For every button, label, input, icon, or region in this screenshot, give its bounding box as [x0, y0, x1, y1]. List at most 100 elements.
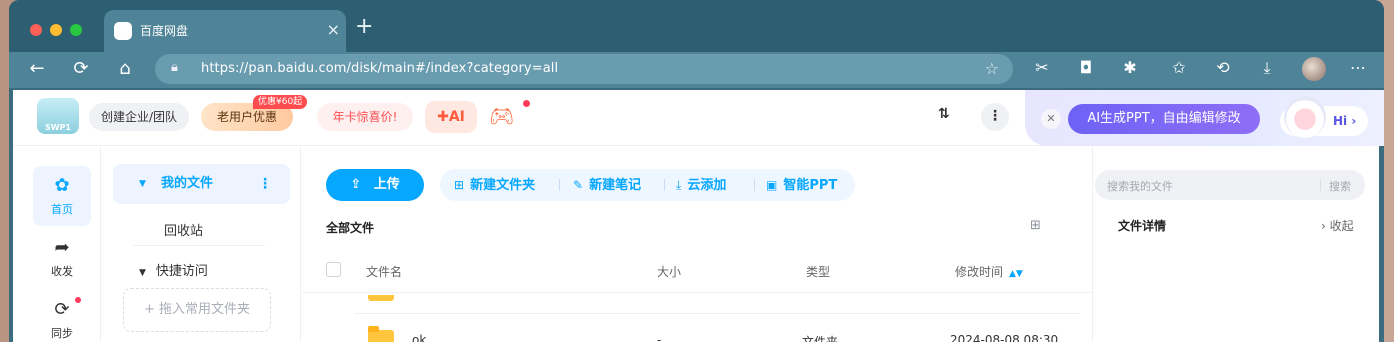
grid-view-icon[interactable]: ⊞: [1030, 218, 1041, 233]
rail-item-sync[interactable]: ⟳ 同步: [33, 290, 91, 342]
ai-promo-icon[interactable]: ✚AI: [425, 101, 477, 133]
profile-avatar[interactable]: [1302, 57, 1326, 81]
rail-item-home[interactable]: ✿ 首页: [33, 166, 91, 226]
tab-title: 百度网盘: [140, 24, 189, 38]
action-label: 云添加: [687, 178, 727, 193]
new-tab-button[interactable]: +: [355, 14, 373, 39]
extension-app-icon[interactable]: ◘: [1074, 58, 1098, 77]
note-icon: ✎: [573, 178, 584, 192]
select-all-checkbox[interactable]: [326, 262, 341, 277]
url-text[interactable]: https://pan.baidu.com/disk/main#/index?c…: [201, 61, 558, 76]
more-options-button[interactable]: ⋮: [981, 103, 1009, 131]
rail-label: 首页: [51, 203, 73, 216]
back-icon[interactable]: ←: [25, 58, 49, 79]
minimize-window-button[interactable]: [50, 24, 62, 36]
star-icon[interactable]: ☆: [985, 59, 999, 78]
game-icon[interactable]: 🎮︎: [489, 104, 514, 128]
baidu-pan-favicon-icon: [114, 22, 132, 40]
ai-panel-close-icon[interactable]: ✕: [1041, 109, 1061, 129]
new-note-button[interactable]: ✎ 新建笔记: [573, 169, 641, 201]
upload-icon: ⇪: [350, 177, 362, 192]
detail-title: 文件详情: [1118, 219, 1167, 233]
breadcrumb[interactable]: 全部文件: [326, 219, 374, 236]
baidu-pan-page: SWP1 创建企业/团队 老用户优惠 优惠¥60起 年卡惊喜价! ✚AI 🎮︎ …: [13, 90, 1384, 342]
collapse-button[interactable]: › 收起: [1321, 217, 1354, 234]
close-window-button[interactable]: [30, 24, 42, 36]
more-icon[interactable]: ⋯: [1346, 58, 1370, 77]
drop-folder-zone[interactable]: + 拖入常用文件夹: [123, 288, 271, 332]
lock-icon[interactable]: 🔒︎: [171, 60, 178, 75]
rail-label: 同步: [51, 327, 73, 340]
sort-icon[interactable]: ▲▼: [1009, 269, 1023, 279]
expand-icon[interactable]: ▼: [139, 268, 146, 278]
home-cloud-icon: ✿: [54, 175, 70, 196]
sidebar: ▼ 我的文件 ⋮ 回收站 ▼ 快捷访问 + 拖入常用文件夹: [101, 147, 301, 342]
transfer-list-icon[interactable]: ⇅: [938, 106, 950, 122]
column-modified[interactable]: 修改时间 ▲▼: [955, 263, 1023, 280]
folder-icon: [368, 295, 394, 301]
maximize-window-button[interactable]: [70, 24, 82, 36]
divider: [754, 179, 755, 191]
file-name[interactable]: ok: [412, 333, 426, 342]
cloud-add-icon: ⤓: [676, 178, 682, 192]
new-folder-icon: ⊞: [454, 178, 465, 192]
browser-window: 百度网盘 × + ← ⟳ ⌂ 🔒︎ https://pan.baidu.com/…: [9, 0, 1384, 342]
history-icon[interactable]: ⟲: [1211, 58, 1235, 77]
action-label: 新建文件夹: [470, 178, 536, 193]
action-label: 智能PPT: [783, 178, 838, 193]
tab-close-icon[interactable]: ×: [327, 20, 340, 39]
tab-bar: 百度网盘 × +: [9, 0, 1384, 52]
download-icon[interactable]: ⤓: [1255, 58, 1279, 78]
top-header: SWP1 创建企业/团队 老用户优惠 优惠¥60起 年卡惊喜价! ✚AI 🎮︎ …: [13, 90, 1384, 146]
sidebar-item-my-files[interactable]: ▼ 我的文件 ⋮: [113, 164, 290, 204]
ppt-icon: ▣: [766, 178, 778, 192]
rail-item-share[interactable]: ➦ 收发: [33, 228, 91, 288]
ai-hi-button[interactable]: Hi ›: [1280, 96, 1368, 138]
tab-baidu-pan[interactable]: 百度网盘 ×: [104, 10, 346, 52]
cloud-add-button[interactable]: ⤓ 云添加: [676, 169, 726, 201]
sidebar-item-quick-access[interactable]: ▼ 快捷访问: [139, 260, 208, 279]
file-modified: 2024-08-08 08:30: [950, 333, 1059, 342]
new-folder-button[interactable]: ⊞ 新建文件夹: [454, 169, 535, 201]
search-input[interactable]: 搜索我的文件 搜索: [1095, 170, 1365, 200]
column-name[interactable]: 文件名: [366, 263, 402, 280]
year-card-offer-button[interactable]: 年卡惊喜价!: [317, 103, 413, 131]
address-bar[interactable]: 🔒︎ https://pan.baidu.com/disk/main#/inde…: [155, 54, 1013, 84]
scissors-icon[interactable]: ✂: [1030, 58, 1054, 77]
puzzle-icon[interactable]: ✱: [1118, 58, 1142, 77]
ai-hi-label: Hi ›: [1333, 114, 1357, 128]
divider: [354, 313, 1080, 314]
file-list-area: ⇪ 上传 ⊞ 新建文件夹 ✎ 新建笔记 ⤓ 云添加 ▣ 智能PPT 全部文件 ⊞…: [302, 147, 1092, 342]
search-placeholder[interactable]: 搜索我的文件: [1107, 178, 1173, 194]
logo[interactable]: SWP1: [37, 98, 79, 134]
sync-badge: [75, 297, 81, 303]
divider: [559, 179, 560, 191]
table-header: 文件名 大小 类型 修改时间 ▲▼: [302, 247, 1092, 293]
file-type: 文件夹: [802, 335, 839, 342]
upload-button[interactable]: ⇪ 上传: [326, 169, 424, 201]
home-icon[interactable]: ⌂: [113, 58, 137, 79]
divider: [133, 245, 265, 246]
create-team-button[interactable]: 创建企业/团队: [89, 103, 189, 131]
coupon-badge: 优惠¥60起: [253, 95, 308, 109]
column-type[interactable]: 类型: [806, 263, 830, 280]
kebab-menu-icon[interactable]: ⋮: [258, 164, 272, 204]
expand-icon[interactable]: ▼: [139, 164, 146, 204]
column-size[interactable]: 大小: [657, 263, 681, 280]
sidebar-item-label: 我的文件: [161, 176, 214, 191]
ai-generate-ppt-button[interactable]: AI生成PPT，自由编辑修改: [1068, 104, 1260, 134]
search-button[interactable]: 搜索: [1329, 178, 1351, 194]
browser-toolbar: ← ⟳ ⌂ 🔒︎ https://pan.baidu.com/disk/main…: [9, 52, 1384, 88]
table-row[interactable]: ok - 文件夹 2024-08-08 08:30: [302, 326, 1092, 342]
folder-icon: [368, 326, 394, 342]
sidebar-item-recycle-bin[interactable]: 回收站: [164, 220, 203, 239]
sync-icon: ⟳: [54, 299, 70, 320]
upload-label: 上传: [373, 177, 400, 192]
reload-icon[interactable]: ⟳: [69, 58, 93, 79]
smart-ppt-button[interactable]: ▣ 智能PPT: [766, 169, 837, 201]
divider: [664, 179, 665, 191]
action-label: 新建笔记: [589, 178, 642, 193]
column-modified-label: 修改时间: [955, 265, 1004, 279]
rail-label: 收发: [51, 265, 73, 278]
favorites-icon[interactable]: ✩: [1167, 58, 1191, 77]
